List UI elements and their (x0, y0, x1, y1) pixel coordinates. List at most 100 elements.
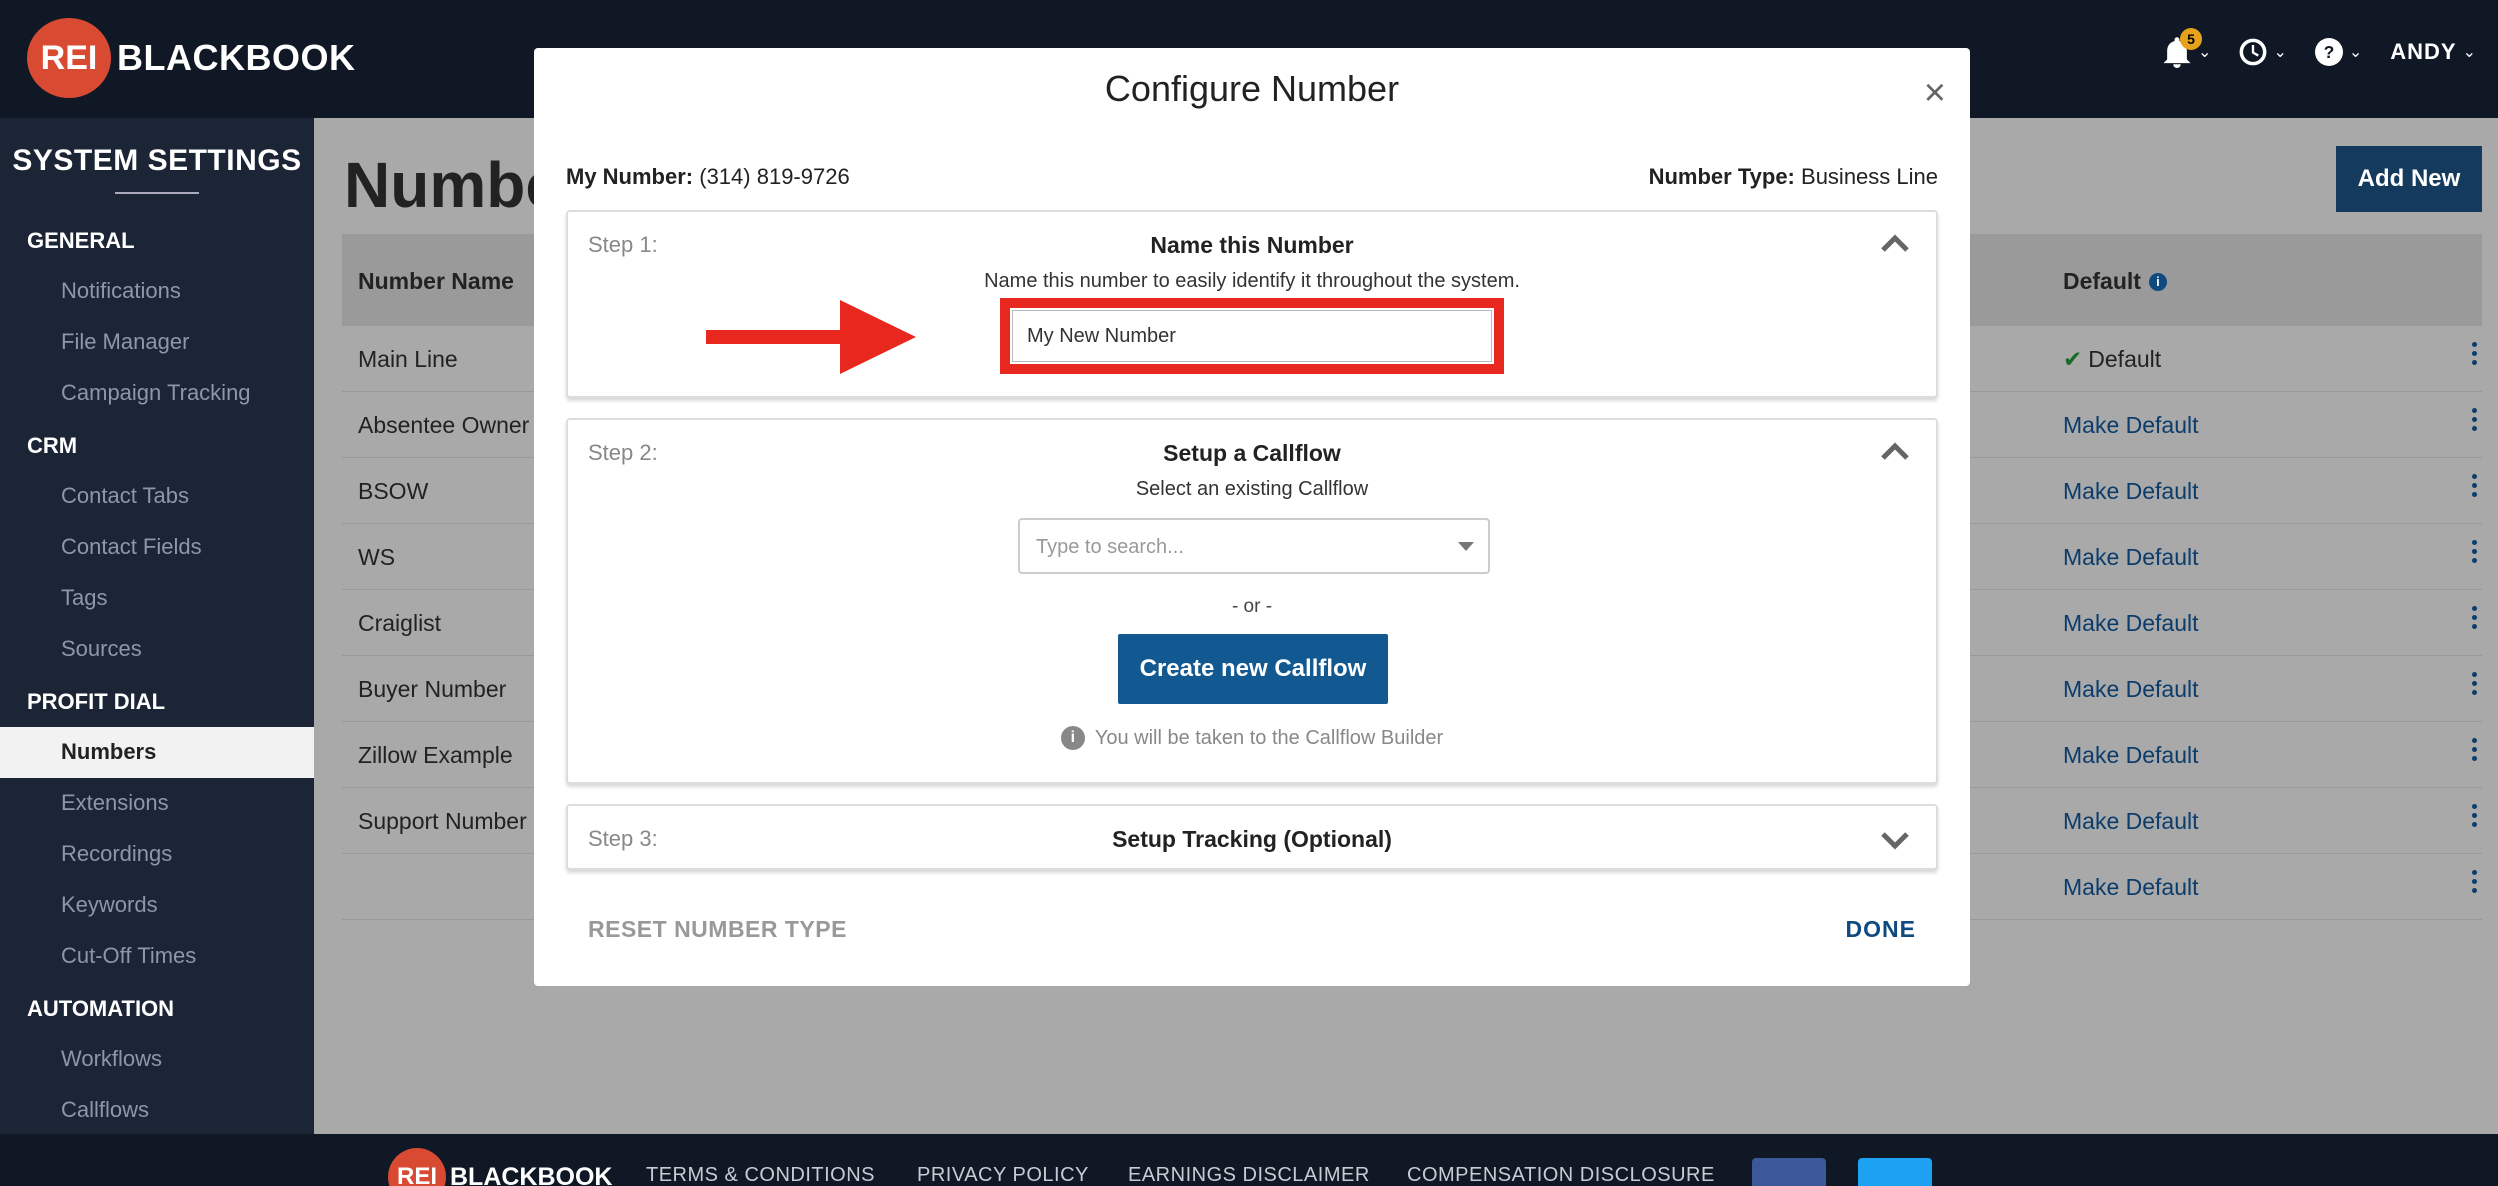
notifications-menu[interactable]: 5 ⌄ (2162, 28, 2211, 68)
user-menu[interactable]: ANDY ⌄ (2390, 39, 2476, 65)
row-number-name: Craiglist (358, 610, 442, 636)
sidebar-item-cut-off-times[interactable]: Cut-Off Times (0, 931, 314, 982)
done-button[interactable]: DONE (1846, 916, 1916, 943)
make-default-link[interactable]: Make Default (2063, 412, 2199, 439)
or-separator: - or - (1231, 596, 1273, 617)
footer-link-earnings[interactable]: EARNINGS DISCLAIMER (1128, 1164, 1370, 1186)
row-number-name: WS (358, 544, 396, 570)
sidebar-item-sources[interactable]: Sources (0, 624, 314, 675)
row-number-name: Absentee Owner (358, 412, 530, 438)
footer-link-terms[interactable]: TERMS & CONDITIONS (646, 1164, 875, 1186)
info-icon: i (1060, 726, 1085, 750)
sidebar-item-contact-fields[interactable]: Contact Fields (0, 522, 314, 573)
user-name: ANDY (2390, 39, 2457, 64)
make-default-link[interactable]: Make Default (2063, 808, 2199, 835)
default-text: Make Default (2063, 610, 2199, 636)
make-default-link[interactable]: Make Default (2063, 874, 2199, 901)
step-3-title: Setup Tracking (Optional) (1112, 826, 1392, 852)
row-number-name: Main Line (358, 346, 458, 372)
app-logo[interactable]: REI BLACKBOOK (27, 18, 355, 98)
kebab-dot (2472, 738, 2477, 743)
sidebar-item-campaign-tracking[interactable]: Campaign Tracking (0, 368, 314, 419)
kebab-menu-icon[interactable] (2472, 738, 2480, 761)
number-type-value: Business Line (1801, 164, 1938, 189)
history-menu[interactable]: ⌄ (2239, 38, 2287, 66)
modal-title: Configure Number (1104, 68, 1400, 109)
logo-text: BLACKBOOK (117, 37, 356, 78)
step-2-title: Setup a Callflow (1163, 440, 1341, 466)
number-type-info: Number Type: Business Line (1649, 164, 1938, 190)
make-default-link[interactable]: Make Default (2063, 610, 2199, 637)
kebab-menu-icon[interactable] (2472, 342, 2480, 365)
close-icon[interactable]: × (1924, 72, 1946, 115)
kebab-dot (2472, 408, 2477, 413)
kebab-menu-icon[interactable] (2472, 540, 2480, 563)
chevron-down-icon[interactable] (1880, 828, 1910, 852)
step-3-panel[interactable]: Step 3: Setup Tracking (Optional) (566, 804, 1938, 870)
callflow-search-select[interactable]: Type to search... (1018, 518, 1490, 574)
default-text: Make Default (2063, 742, 2199, 768)
chevron-up-icon[interactable] (1880, 232, 1910, 256)
facebook-icon[interactable] (1752, 1158, 1826, 1186)
create-callflow-button[interactable]: Create new Callflow (1118, 634, 1388, 704)
step-2-subtitle: Select an existing Callflow (1135, 478, 1369, 500)
twitter-icon[interactable] (1858, 1158, 1932, 1186)
sidebar-item-callflows[interactable]: Callflows (0, 1085, 314, 1134)
sidebar-item-keywords[interactable]: Keywords (0, 880, 314, 931)
column-header-name[interactable]: Number Name (358, 268, 514, 295)
step-1-panel: Step 1: Name this Number Name this numbe… (566, 210, 1938, 398)
make-default-link[interactable]: Make Default (2063, 478, 2199, 505)
footer-link-compensation[interactable]: COMPENSATION DISCLOSURE (1407, 1164, 1715, 1186)
kebab-menu-icon[interactable] (2472, 870, 2480, 893)
kebab-menu-icon[interactable] (2472, 474, 2480, 497)
add-new-button[interactable]: Add New (2336, 146, 2482, 212)
default-text: Make Default (2063, 544, 2199, 570)
kebab-dot (2472, 426, 2477, 431)
sidebar-item-tags[interactable]: Tags (0, 573, 314, 624)
reset-number-type-button[interactable]: RESET NUMBER TYPE (588, 916, 847, 943)
kebab-menu-icon[interactable] (2472, 408, 2480, 431)
info-icon[interactable]: i (2148, 272, 2167, 291)
sidebar-section-profit-dial: PROFIT DIAL (27, 689, 166, 714)
number-name-input[interactable] (1012, 310, 1492, 362)
footer-link-privacy[interactable]: PRIVACY POLICY (917, 1164, 1089, 1186)
sidebar-item-notifications[interactable]: Notifications (0, 266, 314, 317)
kebab-dot (2472, 756, 2477, 761)
kebab-dot (2472, 606, 2477, 611)
sidebar-item-contact-tabs[interactable]: Contact Tabs (0, 471, 314, 522)
help-menu[interactable]: ? ⌄ (2314, 38, 2362, 66)
default-text: Make Default (2063, 874, 2199, 900)
name-field-highlight (1000, 298, 1504, 374)
default-text: Make Default (2063, 808, 2199, 834)
my-number-info: My Number: (314) 819-9726 (566, 164, 850, 190)
kebab-dot (2472, 483, 2477, 488)
kebab-dot (2472, 822, 2477, 827)
kebab-dot (2472, 870, 2477, 875)
my-number-label: My Number: (566, 164, 694, 189)
kebab-menu-icon[interactable] (2472, 804, 2480, 827)
default-text: Make Default (2063, 412, 2199, 438)
sidebar-item-numbers[interactable]: Numbers (0, 727, 314, 778)
callflow-builder-hint: i You will be taken to the Callflow Buil… (568, 726, 1936, 750)
number-type-label: Number Type: (1648, 164, 1795, 189)
kebab-dot (2472, 888, 2477, 893)
sidebar-item-file-manager[interactable]: File Manager (0, 317, 314, 368)
sidebar-section-general: GENERAL (27, 228, 135, 253)
step-1-subtitle: Name this number to easily identify it t… (984, 270, 1520, 292)
chevron-down-icon: ⌄ (2462, 44, 2476, 61)
sidebar-item-recordings[interactable]: Recordings (0, 829, 314, 880)
make-default-link[interactable]: Make Default (2063, 544, 2199, 571)
red-arrow-annotation (706, 300, 916, 374)
make-default-link[interactable]: Make Default (2063, 676, 2199, 703)
sidebar-item-workflows[interactable]: Workflows (0, 1034, 314, 1085)
sidebar-title: SYSTEM SETTINGS (12, 144, 302, 177)
kebab-dot (2472, 681, 2477, 686)
kebab-dot (2472, 813, 2477, 818)
kebab-menu-icon[interactable] (2472, 606, 2480, 629)
sidebar-item-extensions[interactable]: Extensions (0, 778, 314, 829)
make-default-link[interactable]: Make Default (2063, 742, 2199, 769)
default-text: Make Default (2063, 478, 2199, 504)
footer-logo[interactable]: REI BLACKBOOK (388, 1148, 613, 1186)
kebab-menu-icon[interactable] (2472, 672, 2480, 695)
chevron-up-icon[interactable] (1880, 440, 1910, 464)
